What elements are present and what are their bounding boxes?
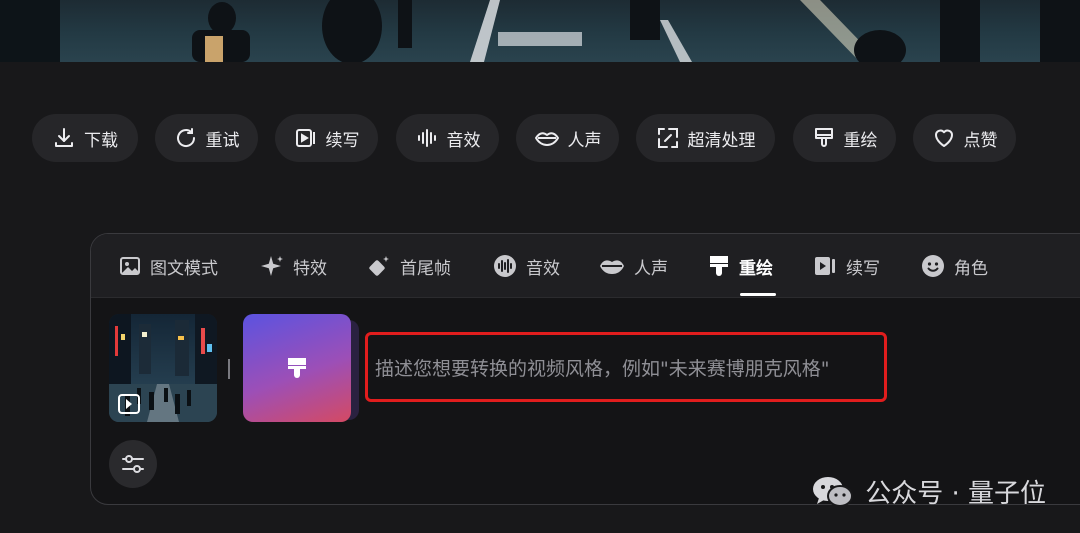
tab-label: 首尾帧 xyxy=(400,258,451,279)
hd-enhance-icon xyxy=(657,128,678,148)
continue-icon xyxy=(815,257,835,275)
tab-character[interactable]: 角色 xyxy=(921,234,988,298)
lips-icon xyxy=(534,132,559,146)
tab-sound-effect[interactable]: 音效 xyxy=(493,234,560,298)
heart-icon xyxy=(934,129,953,147)
video-play-icon xyxy=(118,394,140,414)
brush-icon xyxy=(814,128,833,147)
lips-icon xyxy=(600,260,624,274)
source-video-thumbnail[interactable] xyxy=(109,314,217,422)
tab-label: 特效 xyxy=(293,258,327,279)
continue-label: 续写 xyxy=(325,130,360,151)
tab-redraw[interactable]: 重绘 xyxy=(708,234,773,298)
active-tab-indicator xyxy=(740,293,776,296)
tab-label: 人声 xyxy=(634,258,668,279)
hd-enhance-button[interactable]: 超清处理 xyxy=(636,114,775,162)
voice-label: 人声 xyxy=(567,130,602,151)
wechat-icon xyxy=(813,476,854,507)
continue-button[interactable]: 续写 xyxy=(275,114,378,162)
settings-button[interactable] xyxy=(109,440,157,488)
like-label: 点赞 xyxy=(963,130,998,151)
tab-label: 图文模式 xyxy=(150,258,218,279)
sound-effect-icon xyxy=(417,129,436,147)
tab-label: 续写 xyxy=(846,258,880,279)
tab-label: 角色 xyxy=(954,258,988,279)
watermark: 公众号 · 量子位 xyxy=(811,473,1046,510)
voice-button[interactable]: 人声 xyxy=(516,114,619,162)
tab-image-text-mode[interactable]: 图文模式 xyxy=(119,234,218,298)
brush-icon xyxy=(288,358,306,378)
tab-label: 重绘 xyxy=(739,258,773,279)
video-preview-strip xyxy=(0,0,1080,62)
hd-enhance-label: 超清处理 xyxy=(687,130,756,151)
sound-effect-icon xyxy=(494,255,516,277)
style-reference-card[interactable] xyxy=(243,314,351,422)
style-prompt-input[interactable]: 描述您想要转换的视频风格，例如"未来赛博朋克风格" xyxy=(375,354,829,381)
tab-bar: 图文模式 特效 首尾帧 音效 人声 重绘 续写 角色 xyxy=(91,234,1080,298)
sparkle-icon xyxy=(261,256,283,276)
sound-effect-button[interactable]: 音效 xyxy=(396,114,499,162)
watermark-text: 公众号 · 量子位 xyxy=(865,479,1046,509)
retry-icon xyxy=(176,128,195,147)
tab-voice[interactable]: 人声 xyxy=(599,234,668,298)
download-button[interactable]: 下载 xyxy=(32,114,138,162)
sliders-icon xyxy=(122,455,144,473)
tab-keyframes[interactable]: 首尾帧 xyxy=(367,234,451,298)
brush-icon xyxy=(710,256,728,276)
smiley-icon xyxy=(922,255,944,277)
continue-icon xyxy=(295,129,315,147)
download-icon xyxy=(55,128,73,147)
tab-label: 音效 xyxy=(526,258,560,279)
retry-label: 重试 xyxy=(205,130,240,151)
tab-continue[interactable]: 续写 xyxy=(813,234,880,298)
redraw-button[interactable]: 重绘 xyxy=(793,114,896,162)
like-button[interactable]: 点赞 xyxy=(913,114,1016,162)
download-label: 下载 xyxy=(84,130,118,151)
retry-button[interactable]: 重试 xyxy=(155,114,258,162)
sound-effect-label: 音效 xyxy=(446,130,481,151)
redraw-label: 重绘 xyxy=(843,130,878,151)
image-icon xyxy=(120,257,140,275)
tab-effects[interactable]: 特效 xyxy=(260,234,327,298)
keyframes-icon xyxy=(369,256,389,276)
edit-panel: 图文模式 特效 首尾帧 音效 人声 重绘 续写 角色 描述您想要转换的视频风格，… xyxy=(90,233,1080,505)
thumbnail-divider xyxy=(228,359,230,379)
